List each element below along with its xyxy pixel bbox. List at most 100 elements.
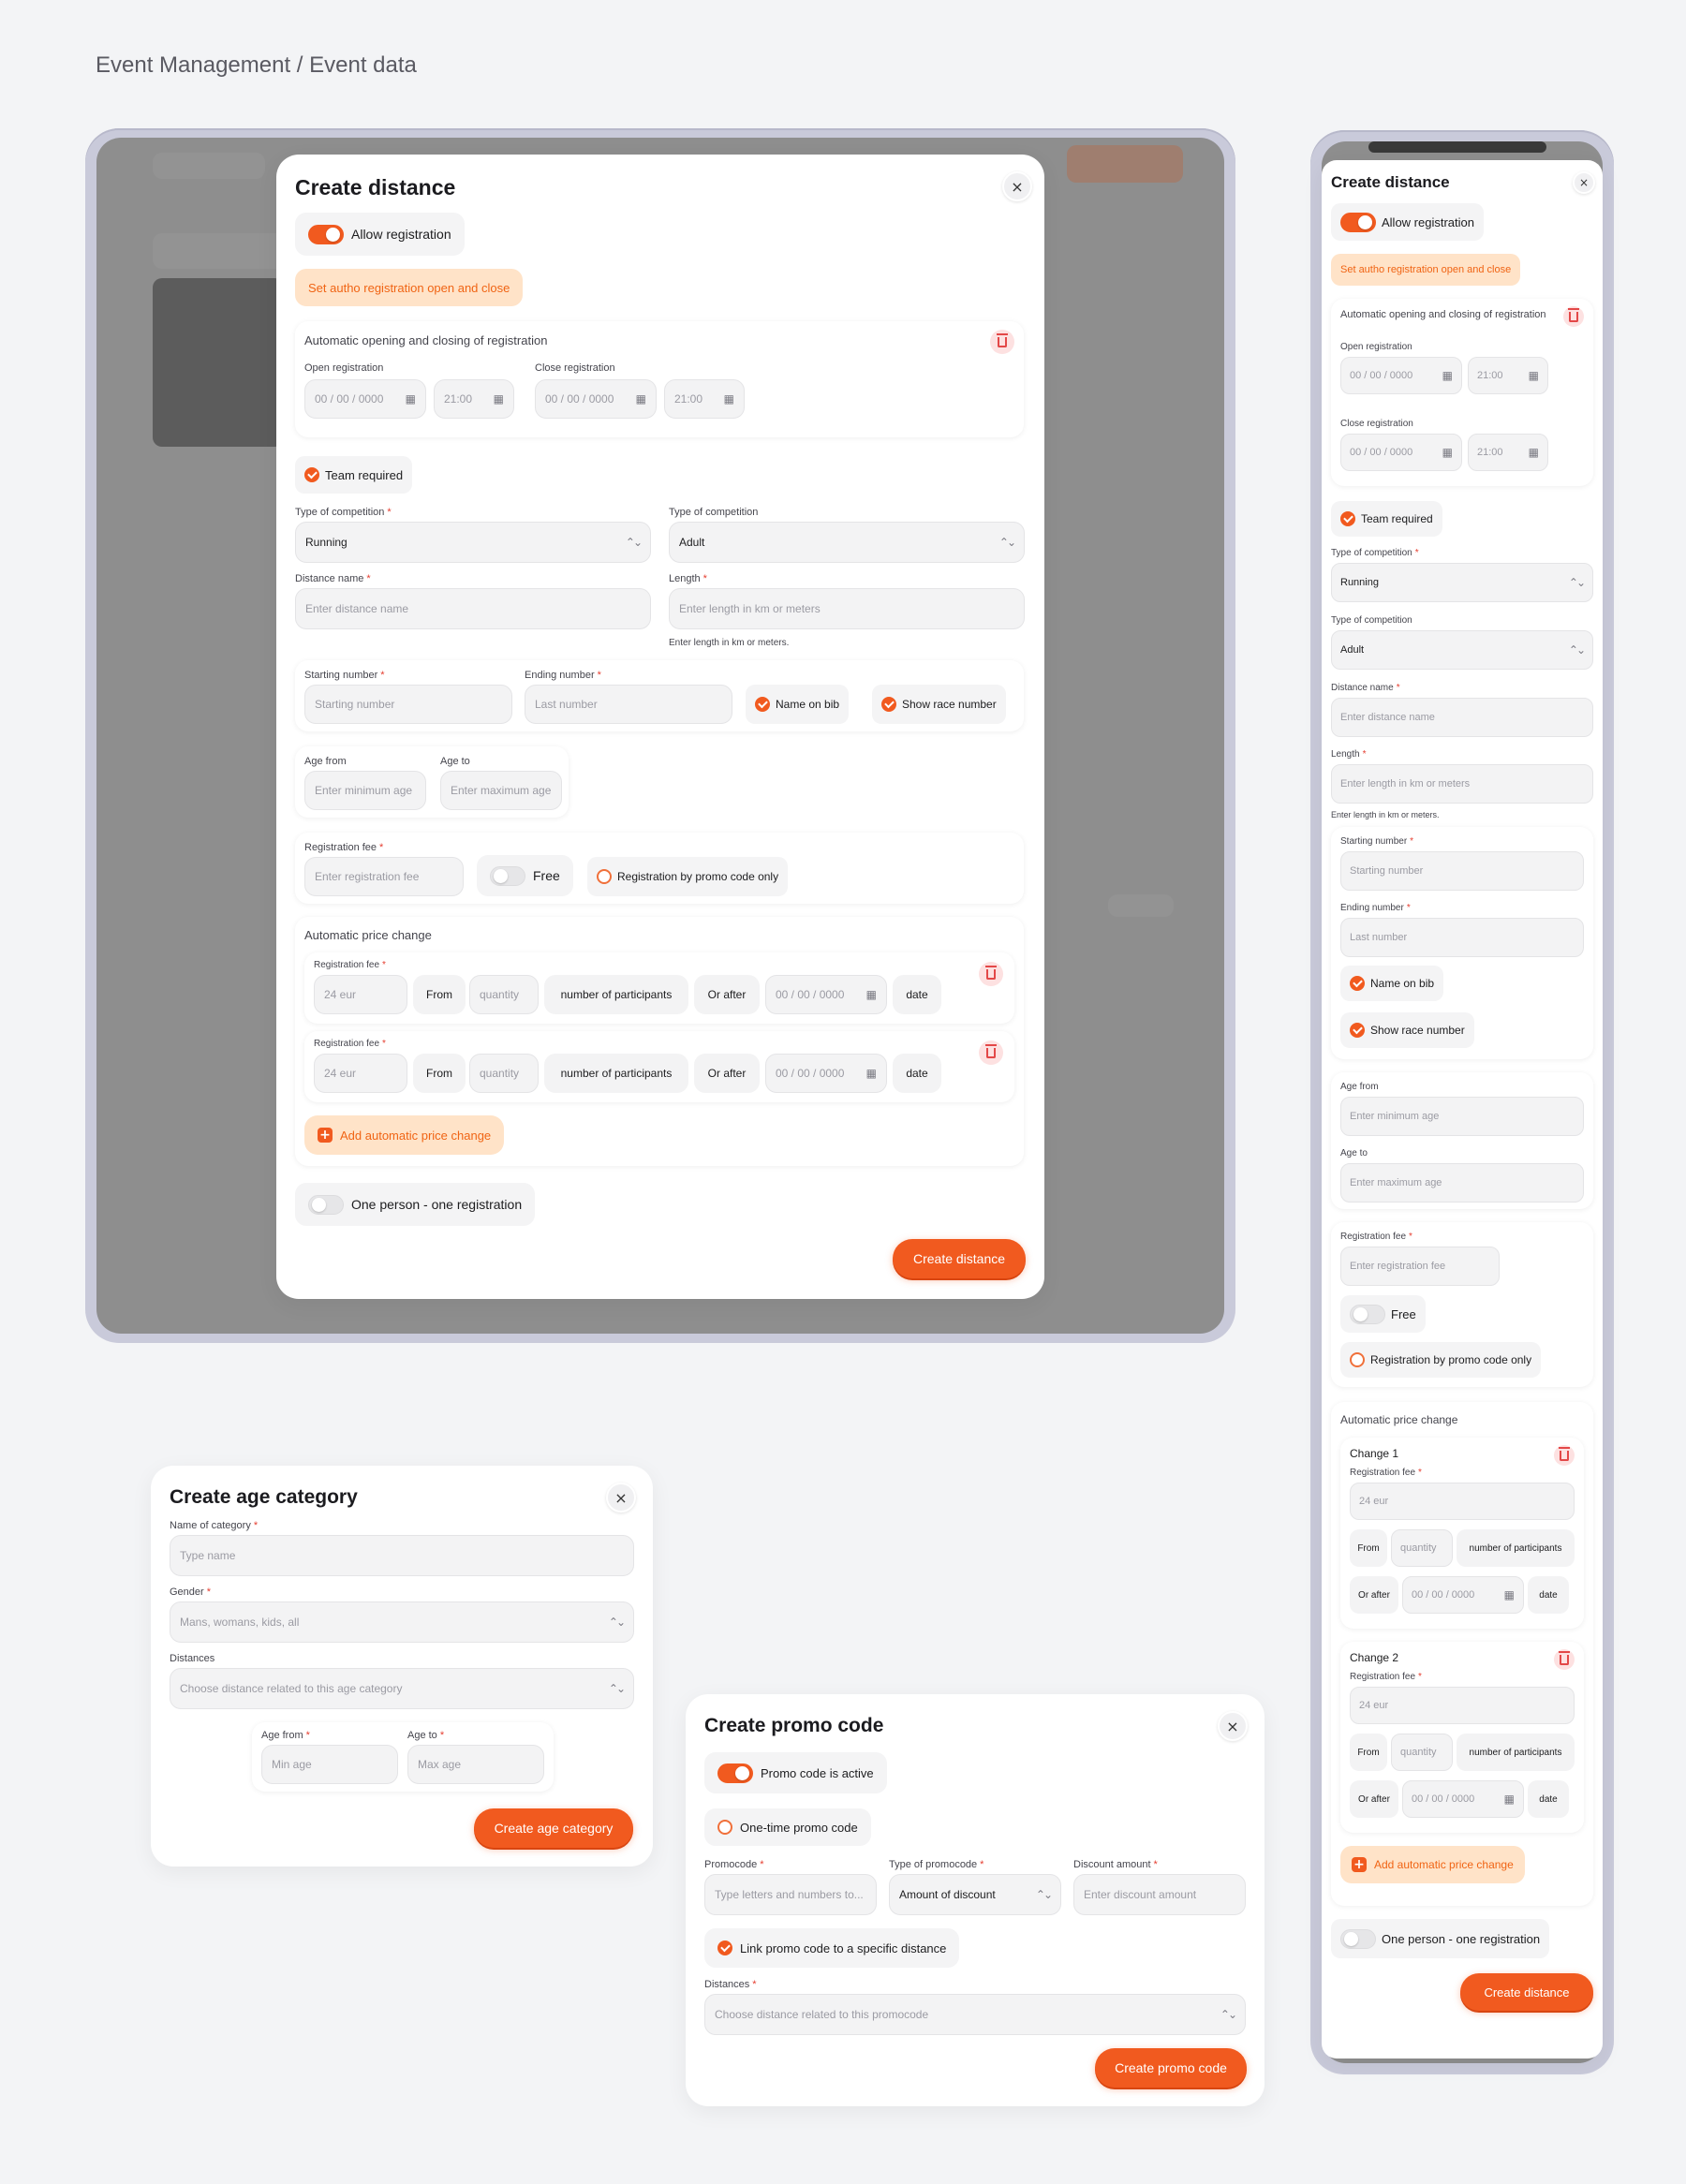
promocode-type-select[interactable]: Amount of discount ⌃⌄ bbox=[889, 1874, 1061, 1915]
starting-number-input[interactable]: Starting number bbox=[304, 685, 512, 724]
add-auto-price-change-button[interactable]: + Add automatic price change bbox=[304, 1115, 505, 1155]
gender-select[interactable]: Mans, womans, kids, all ⌃⌄ bbox=[170, 1601, 634, 1643]
delete-button[interactable] bbox=[1554, 1445, 1575, 1466]
competition-type-select[interactable]: Running ⌃⌄ bbox=[1331, 563, 1593, 602]
distances-select[interactable]: Choose distance related to this promocod… bbox=[704, 1994, 1246, 2035]
auto-open-close-group: Automatic opening and closing of registr… bbox=[295, 321, 1024, 437]
set-auto-registration-button[interactable]: Set autho registration open and close bbox=[1331, 254, 1521, 286]
close-date-input[interactable]: 00 / 00 / 0000 ▦ bbox=[535, 379, 657, 419]
age-to-input[interactable]: Enter maximum age bbox=[440, 771, 562, 810]
promo-only-checkbox[interactable]: Registration by promo code only bbox=[587, 857, 789, 896]
create-distance-button[interactable]: Create distance bbox=[893, 1239, 1026, 1278]
price-change-row-2: Registration fee * 24 eur From quantity n… bbox=[304, 1031, 1014, 1102]
show-race-number-checkbox[interactable]: Show race number bbox=[872, 685, 1006, 724]
distance-name-input[interactable]: Enter distance name bbox=[1331, 698, 1593, 737]
ending-number-input[interactable]: Last number bbox=[525, 685, 732, 724]
set-auto-registration-button[interactable]: Set autho registration open and close bbox=[295, 269, 524, 306]
quantity-input[interactable]: quantity bbox=[469, 1054, 539, 1093]
change-date-input[interactable]: 00 / 00 / 0000 ▦ bbox=[765, 975, 887, 1014]
open-time-input[interactable]: 21:00 ▦ bbox=[434, 379, 514, 419]
add-auto-price-change-button[interactable]: + Add automatic price change bbox=[1340, 1846, 1525, 1883]
create-age-category-button[interactable]: Create age category bbox=[474, 1808, 633, 1848]
competition-type-select[interactable]: Running ⌃⌄ bbox=[295, 522, 651, 563]
discount-amount-input[interactable]: Enter discount amount bbox=[1073, 1874, 1246, 1915]
allow-registration-toggle[interactable]: Allow registration bbox=[295, 213, 465, 256]
fee-value-input[interactable]: 24 eur bbox=[1350, 1687, 1575, 1724]
change-date-input[interactable]: 00 / 00 / 0000 ▦ bbox=[765, 1054, 887, 1093]
one-person-toggle[interactable]: One person - one registration bbox=[1331, 1919, 1550, 1958]
quantity-input[interactable]: quantity bbox=[469, 975, 539, 1014]
promocode-label: Promocode * bbox=[704, 1859, 764, 1870]
age-from-input[interactable]: Min age bbox=[261, 1745, 398, 1784]
age-to-input[interactable]: Max age bbox=[407, 1745, 544, 1784]
close-time-input[interactable]: 21:00 ▦ bbox=[664, 379, 745, 419]
quantity-input[interactable]: quantity bbox=[1391, 1734, 1453, 1771]
change-date-input[interactable]: 00 / 00 / 0000 ▦ bbox=[1402, 1576, 1524, 1614]
age-group: Age from Enter minimum age Age to Enter … bbox=[1331, 1072, 1593, 1209]
team-required-checkbox[interactable]: Team required bbox=[1331, 501, 1442, 537]
calendar-icon: ▦ bbox=[865, 1067, 877, 1080]
fee-value-input[interactable]: 24 eur bbox=[314, 975, 407, 1014]
delete-button[interactable] bbox=[979, 962, 1003, 986]
length-label: Length * bbox=[1331, 749, 1367, 760]
create-distance-button[interactable]: Create distance bbox=[1460, 1973, 1593, 2011]
age-from-input[interactable]: Enter minimum age bbox=[304, 771, 426, 810]
close-button[interactable]: × bbox=[606, 1483, 636, 1513]
promo-active-toggle[interactable]: Promo code is active bbox=[704, 1752, 887, 1793]
link-to-distance-checkbox[interactable]: Link promo code to a specific distance bbox=[704, 1928, 960, 1968]
delete-button[interactable] bbox=[979, 1040, 1003, 1065]
registration-fee-input[interactable]: Enter registration fee bbox=[1340, 1247, 1500, 1286]
delete-button[interactable] bbox=[990, 330, 1014, 354]
length-input[interactable]: Enter length in km or meters bbox=[669, 588, 1025, 629]
open-time-input[interactable]: 21:00 ▦ bbox=[1468, 357, 1548, 394]
participants-label: number of participants bbox=[544, 1054, 688, 1093]
calendar-icon: ▦ bbox=[1442, 446, 1453, 459]
registration-fee-input[interactable]: Enter registration fee bbox=[304, 857, 464, 896]
change-title: Change 1 bbox=[1350, 1447, 1399, 1460]
competition-category-select[interactable]: Adult ⌃⌄ bbox=[1331, 630, 1593, 670]
close-button[interactable]: × bbox=[1218, 1711, 1248, 1741]
close-time-input[interactable]: 21:00 ▦ bbox=[1468, 434, 1548, 471]
participants-label: number of participants bbox=[1457, 1529, 1575, 1567]
close-date-input[interactable]: 00 / 00 / 0000 ▦ bbox=[1340, 434, 1462, 471]
create-age-category-modal: Create age category × Name of category * … bbox=[151, 1466, 653, 1867]
promocode-input[interactable]: Type letters and numbers to... bbox=[704, 1874, 877, 1915]
participants-label: number of participants bbox=[1457, 1734, 1575, 1771]
age-to-input[interactable]: Enter maximum age bbox=[1340, 1163, 1584, 1203]
promo-only-checkbox[interactable]: Registration by promo code only bbox=[1340, 1342, 1542, 1378]
show-race-number-checkbox[interactable]: Show race number bbox=[1340, 1012, 1474, 1048]
change-date-input[interactable]: 00 / 00 / 0000 ▦ bbox=[1402, 1780, 1524, 1818]
ending-number-input[interactable]: Last number bbox=[1340, 918, 1584, 957]
one-person-toggle[interactable]: One person - one registration bbox=[295, 1183, 536, 1226]
registration-fee-label: Registration fee * bbox=[304, 842, 384, 853]
length-input[interactable]: Enter length in km or meters bbox=[1331, 764, 1593, 804]
modal-title: Create promo code bbox=[704, 1715, 884, 1736]
quantity-input[interactable]: quantity bbox=[1391, 1529, 1453, 1567]
distance-name-input[interactable]: Enter distance name bbox=[295, 588, 651, 629]
open-date-input[interactable]: 00 / 00 / 0000 ▦ bbox=[304, 379, 426, 419]
starting-number-input[interactable]: Starting number bbox=[1340, 851, 1584, 891]
fee-value-input[interactable]: 24 eur bbox=[1350, 1483, 1575, 1520]
distances-select[interactable]: Choose distance related to this age cate… bbox=[170, 1668, 634, 1709]
create-promo-code-button[interactable]: Create promo code bbox=[1095, 2048, 1247, 2088]
auto-price-change-group: Automatic price change Registration fee *… bbox=[295, 917, 1024, 1166]
from-label: From bbox=[413, 1054, 466, 1093]
delete-button[interactable] bbox=[1563, 306, 1584, 327]
fee-value-input[interactable]: 24 eur bbox=[314, 1054, 407, 1093]
age-from-input[interactable]: Enter minimum age bbox=[1340, 1097, 1584, 1136]
category-name-input[interactable]: Type name bbox=[170, 1535, 634, 1576]
name-on-bib-checkbox[interactable]: Name on bib bbox=[1340, 966, 1444, 1001]
checkbox-checked-icon bbox=[304, 467, 319, 482]
competition-category-select[interactable]: Adult ⌃⌄ bbox=[669, 522, 1025, 563]
allow-registration-toggle[interactable]: Allow registration bbox=[1331, 203, 1484, 241]
delete-button[interactable] bbox=[1554, 1649, 1575, 1670]
name-on-bib-checkbox[interactable]: Name on bib bbox=[746, 685, 850, 724]
close-button[interactable]: × bbox=[1002, 171, 1032, 201]
one-time-promo-checkbox[interactable]: One-time promo code bbox=[704, 1808, 871, 1846]
open-date-input[interactable]: 00 / 00 / 0000 ▦ bbox=[1340, 357, 1462, 394]
team-required-checkbox[interactable]: Team required bbox=[295, 456, 413, 494]
close-button[interactable]: × bbox=[1573, 171, 1595, 194]
free-toggle[interactable]: Free bbox=[477, 855, 573, 896]
change-title: Change 2 bbox=[1350, 1651, 1399, 1664]
free-toggle[interactable]: Free bbox=[1340, 1295, 1426, 1333]
